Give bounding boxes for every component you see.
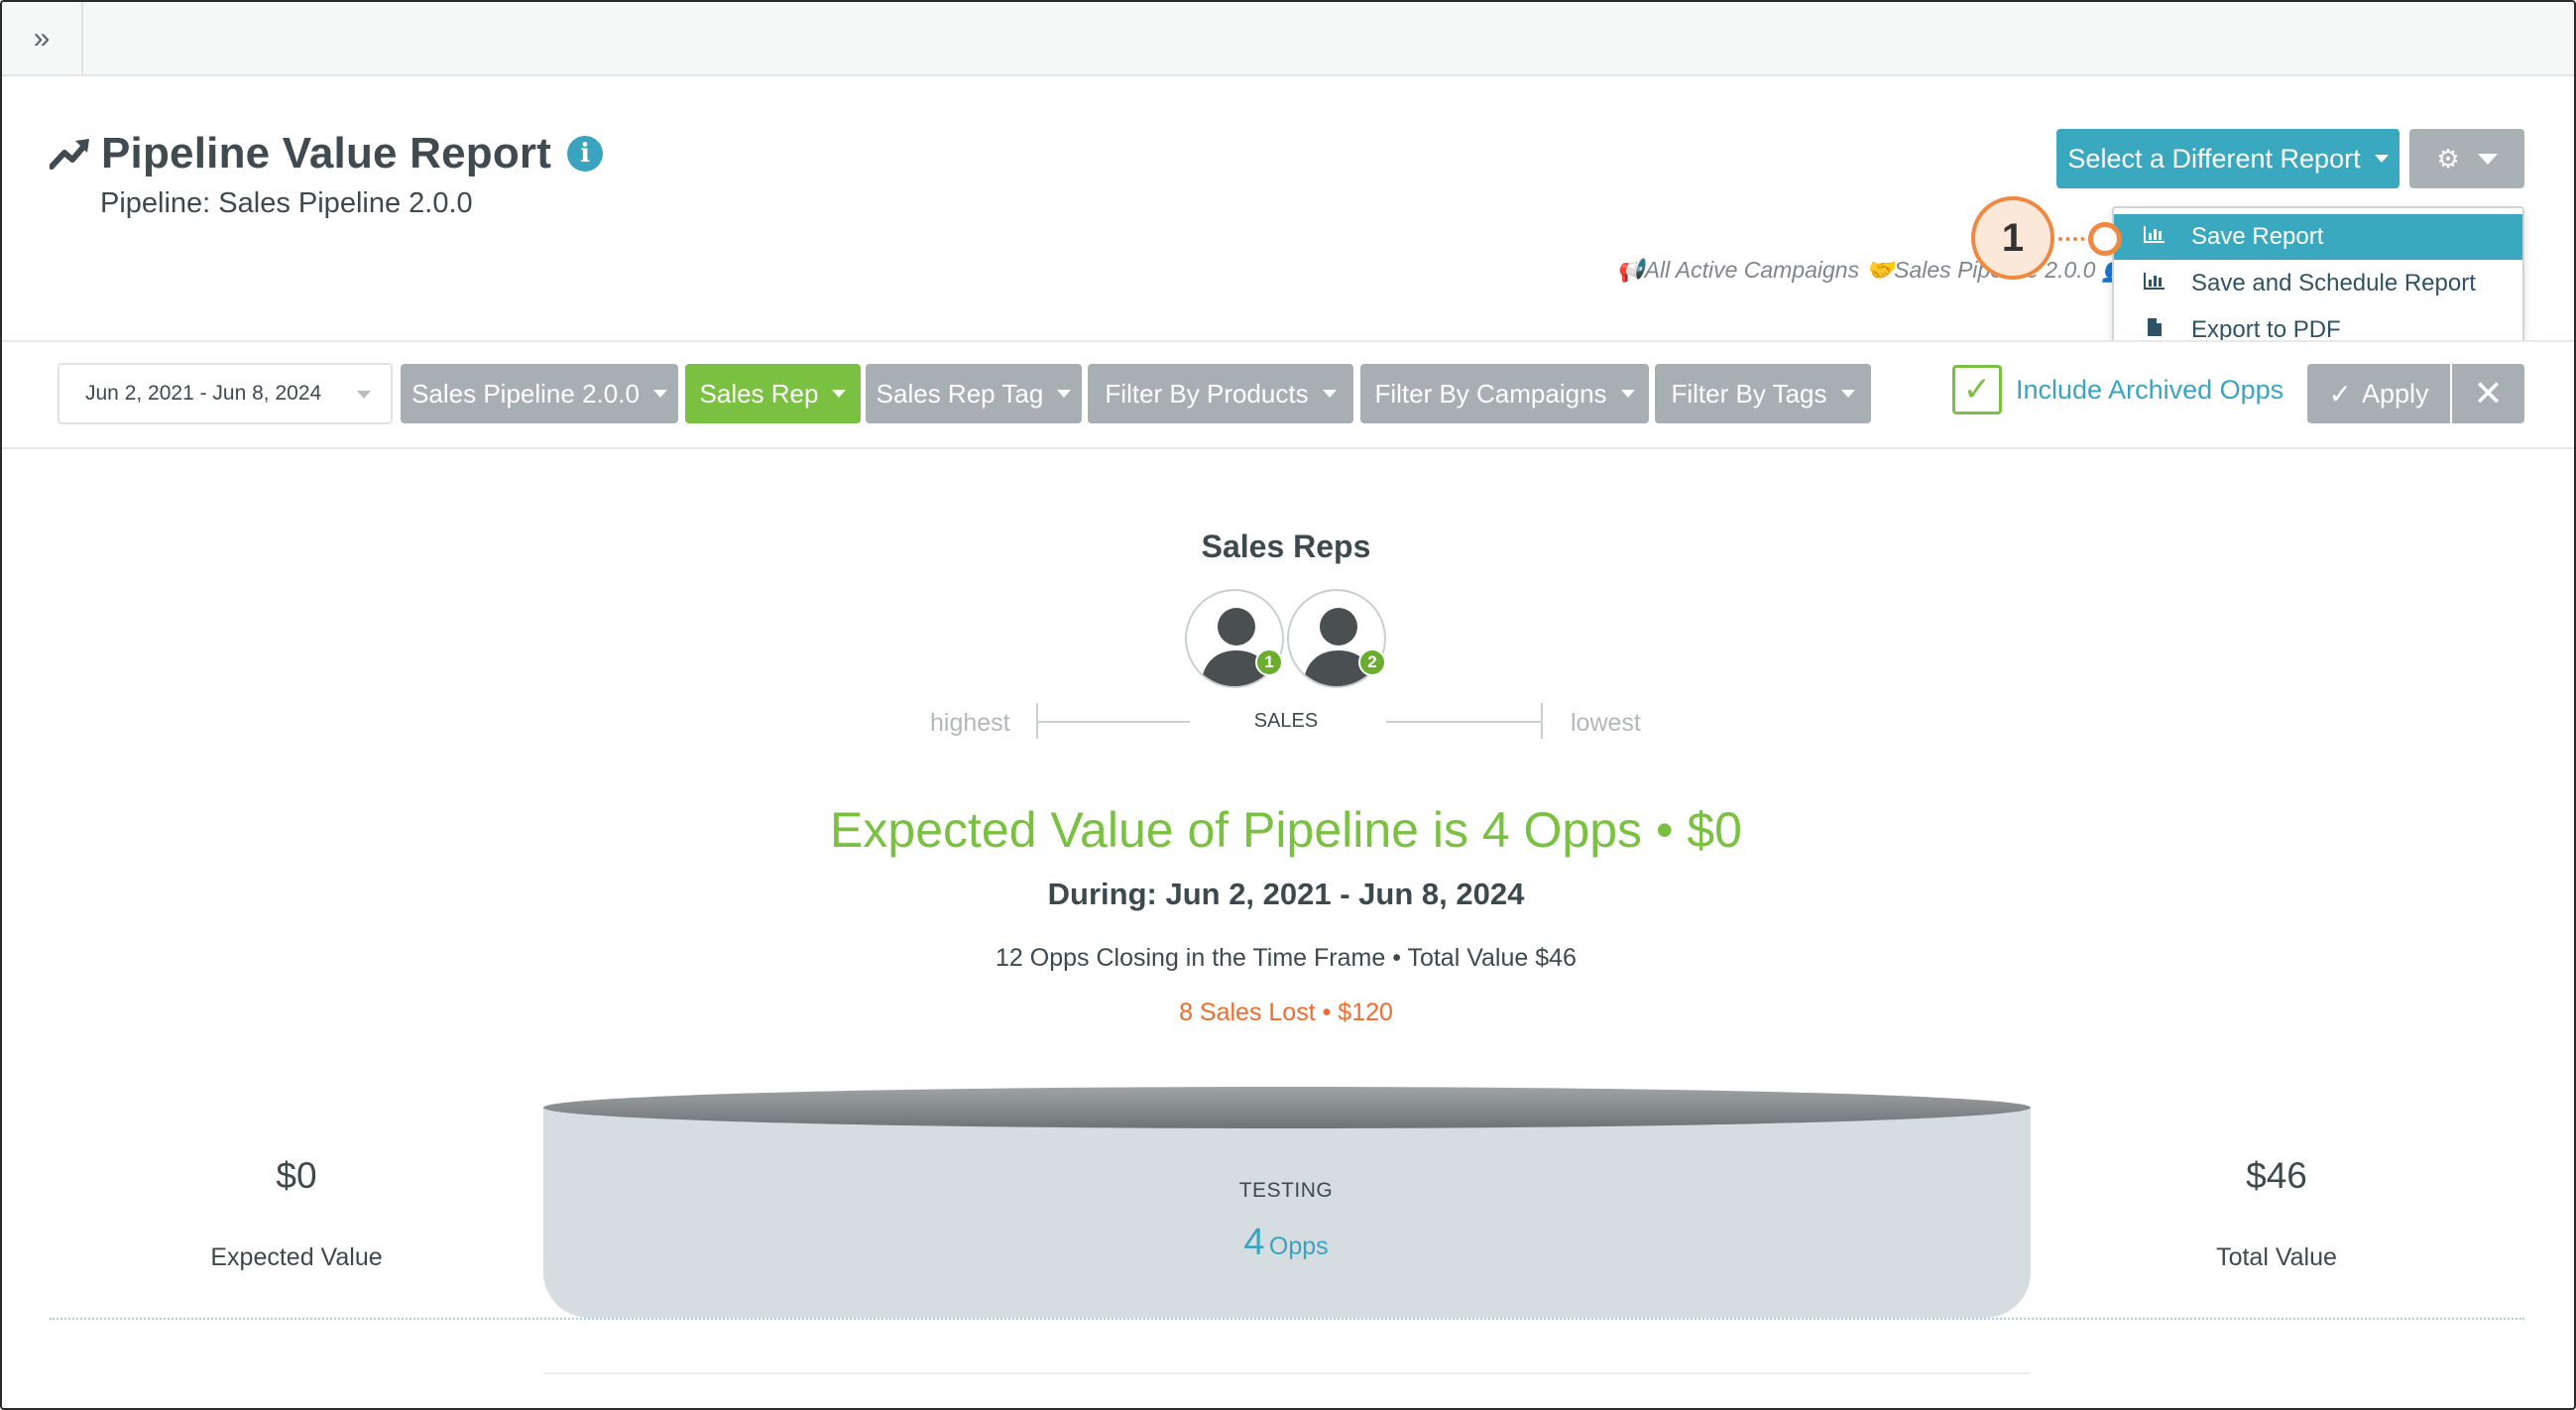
closing-opps-summary: 12 Opps Closing in the Time Frame • Tota… [995, 944, 1577, 972]
sales-lost-summary: 8 Sales Lost • $120 [1179, 999, 1393, 1026]
funnel-stage[interactable] [543, 1108, 2031, 1318]
menu-item-save-schedule-report[interactable]: Save and Schedule Report [2114, 261, 2522, 306]
menu-item-label: Save and Schedule Report [2191, 270, 2476, 296]
settings-dropdown-menu: Save Report Save and Schedule Report Exp… [2112, 206, 2524, 361]
stage-opps-label: Opps [1268, 1233, 1329, 1260]
sales-rep-filter-label: Sales Rep [699, 378, 819, 409]
next-stage-divider [543, 1372, 2031, 1374]
page-title-row: Pipeline Value Report i [50, 129, 604, 178]
pipeline-subtitle: Pipeline: Sales Pipeline 2.0.0 [100, 187, 473, 219]
gear-icon: ⚙ [2436, 143, 2460, 174]
total-value-label: Total Value [2216, 1243, 2337, 1271]
expected-value-headline: Expected Value of Pipeline is 4 Opps • $… [830, 802, 1742, 858]
scale-metric-label: SALES [1253, 710, 1319, 732]
megaphone-icon: 📢 [1616, 257, 1645, 283]
caret-down-icon [652, 390, 667, 398]
sales-rep-tag-filter-button[interactable]: Sales Rep Tag [866, 364, 1082, 423]
report-meta-line: 📢All Active Campaigns 🤝Sales Pipeline 2.… [1616, 257, 2156, 284]
sales-rep-filter-button[interactable]: Sales Rep [685, 364, 861, 423]
scale-line [1386, 721, 1543, 723]
settings-dropdown-button[interactable]: ⚙ [2409, 129, 2524, 188]
pipeline-filter-button[interactable]: Sales Pipeline 2.0.0 [401, 364, 678, 423]
total-value-amount: $46 [2246, 1155, 2307, 1196]
scale-lowest-label: lowest [1571, 709, 1641, 737]
bar-chart-icon [2142, 225, 2167, 249]
stage-opps-count: 4 [1243, 1222, 1265, 1263]
menu-item-label: Save Report [2191, 223, 2324, 250]
meta-campaigns: All Active Campaigns [1644, 257, 1860, 283]
caret-down-icon [2477, 153, 2498, 165]
sales-reps-title: Sales Reps [1201, 529, 1371, 564]
bar-chart-icon [2142, 272, 2167, 295]
select-different-report-button[interactable]: Select a Different Report [2056, 129, 2400, 188]
date-range-value: Jun 2, 2021 - Jun 8, 2024 [85, 382, 322, 405]
funnel-baseline [50, 1318, 2524, 1320]
clear-filters-button[interactable]: ✕ [2452, 364, 2524, 423]
tags-filter-label: Filter By Tags [1671, 378, 1827, 409]
handshake-icon: 🤝 [1865, 257, 1895, 283]
checkmark-icon: ✓ [2328, 378, 2352, 410]
caret-down-icon [2374, 155, 2389, 163]
page-title: Pipeline Value Report [101, 129, 552, 177]
apply-button[interactable]: ✓ Apply [2307, 364, 2450, 423]
include-archived-label[interactable]: Include Archived Opps [2016, 375, 2283, 406]
tags-filter-button[interactable]: Filter By Tags [1655, 364, 1871, 423]
scale-tick [1541, 703, 1543, 739]
products-filter-label: Filter By Products [1105, 378, 1309, 409]
funnel-top-rim [543, 1087, 2031, 1128]
rank-badge: 2 [1358, 648, 1386, 676]
pipeline-filter-label: Sales Pipeline 2.0.0 [411, 378, 640, 409]
caret-down-icon [1057, 390, 1072, 398]
top-bar: » [2, 2, 2574, 76]
menu-item-save-report[interactable]: Save Report [2114, 214, 2522, 260]
campaigns-filter-label: Filter By Campaigns [1374, 378, 1607, 409]
info-icon[interactable]: i [567, 136, 604, 172]
close-icon: ✕ [2473, 373, 2504, 413]
select-report-label: Select a Different Report [2067, 143, 2361, 174]
callout-connector [2058, 237, 2092, 241]
caret-down-icon [357, 391, 371, 399]
sales-rep-tag-filter-label: Sales Rep Tag [876, 378, 1044, 409]
apply-label: Apply [2361, 378, 2429, 409]
rank-badge: 1 [1255, 648, 1283, 676]
caret-down-icon [1620, 390, 1635, 398]
time-frame-label: During: Jun 2, 2021 - Jun 8, 2024 [1047, 877, 1525, 911]
expand-sidebar-icon[interactable]: » [2, 2, 83, 74]
campaigns-filter-button[interactable]: Filter By Campaigns [1360, 364, 1649, 423]
checkmark-icon: ✓ [1962, 371, 1992, 409]
callout-target-dot [2088, 222, 2122, 256]
caret-down-icon [1322, 390, 1337, 398]
date-range-picker[interactable]: Jun 2, 2021 - Jun 8, 2024 [58, 363, 393, 424]
caret-down-icon [832, 390, 847, 398]
callout-number-badge: 1 [1971, 196, 2054, 280]
app-window: » Pipeline Value Report i Pipeline: Sale… [0, 0, 2576, 1410]
filter-bar: Jun 2, 2021 - Jun 8, 2024 Sales Pipeline… [2, 340, 2574, 449]
products-filter-button[interactable]: Filter By Products [1088, 364, 1353, 423]
caret-down-icon [1840, 390, 1855, 398]
include-archived-checkbox[interactable]: ✓ [1952, 365, 2002, 414]
trending-up-icon [50, 139, 89, 170]
